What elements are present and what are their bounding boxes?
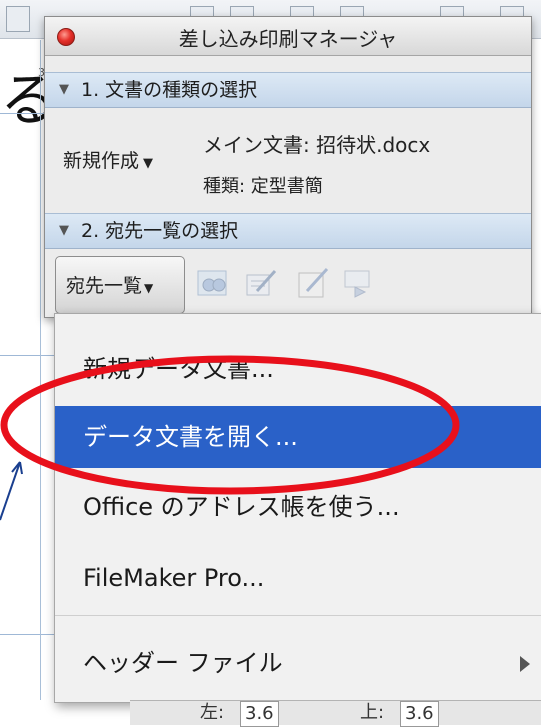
menu-item-office-address-book[interactable]: Office のアドレス帳を使う... [55,476,541,538]
page-guide [0,113,44,114]
menu-item-open-data-source[interactable]: データ文書を開く... [55,406,541,468]
page-guide [0,355,54,356]
disclosure-triangle-icon[interactable]: ▼ [59,73,69,107]
section-document-type[interactable]: ▼ 1. 文書の種類の選択 [45,72,531,108]
pointer-arrowhead-icon [11,461,23,475]
edit-data-source-icon[interactable] [243,265,279,301]
bottom-margins-bar: 左: 3.6 上: 3.6 [130,700,541,727]
disclosure-triangle-icon[interactable]: ▼ [59,214,69,248]
create-new-label: 新規作成 [63,150,140,172]
ruler-tool [6,6,30,32]
page-guide [0,634,54,635]
top-margin-field[interactable]: 3.6 [400,701,439,727]
mail-merge-manager-palette: 差し込み印刷マネージャ ▼ 1. 文書の種類の選択 新規作成 ▼ メイン文書: 招… [44,16,532,318]
palette-title: 差し込み印刷マネージャ [178,27,398,51]
main-document-info: メイン文書: 招待状.docx [203,133,431,157]
document-type-info: 種類: 定型書簡 [203,176,323,197]
section-label: 2. 宛先一覧の選択 [81,220,239,242]
create-new-button[interactable]: 新規作成 ▼ [63,146,153,173]
left-margin-field[interactable]: 3.6 [240,701,279,727]
find-records-icon[interactable] [195,265,231,301]
top-margin-label: 上: [360,702,385,723]
insert-data-icon[interactable] [341,265,377,301]
submenu-arrow-icon [520,656,530,672]
recipients-list-button[interactable]: 宛先一覧 ▼ [55,256,185,314]
left-margin-label: 左: [200,702,225,723]
dropdown-arrow-icon: ▼ [144,281,154,295]
recipients-list-label: 宛先一覧 [66,275,143,297]
dropdown-arrow-icon: ▼ [143,156,154,171]
menu-item-new-data-source[interactable]: 新規データ文書... [55,338,541,400]
section-label: 1. 文書の種類の選択 [81,79,258,101]
menu-item-header-file[interactable]: ヘッダー ファイル [55,632,541,694]
menu-divider [55,615,541,616]
edit-recipients-icon[interactable] [295,265,331,301]
annotation-pointer [0,461,21,521]
section-recipients[interactable]: ▼ 2. 宛先一覧の選択 [45,213,531,249]
page-margin [40,40,41,700]
header-file-label: ヘッダー ファイル [83,649,283,677]
recipients-dropdown-menu: 新規データ文書... データ文書を開く... Office のアドレス帳を使う.… [54,313,541,703]
palette-titlebar[interactable]: 差し込み印刷マネージャ [45,17,531,56]
menu-item-filemaker-pro[interactable]: FileMaker Pro... [55,547,541,609]
